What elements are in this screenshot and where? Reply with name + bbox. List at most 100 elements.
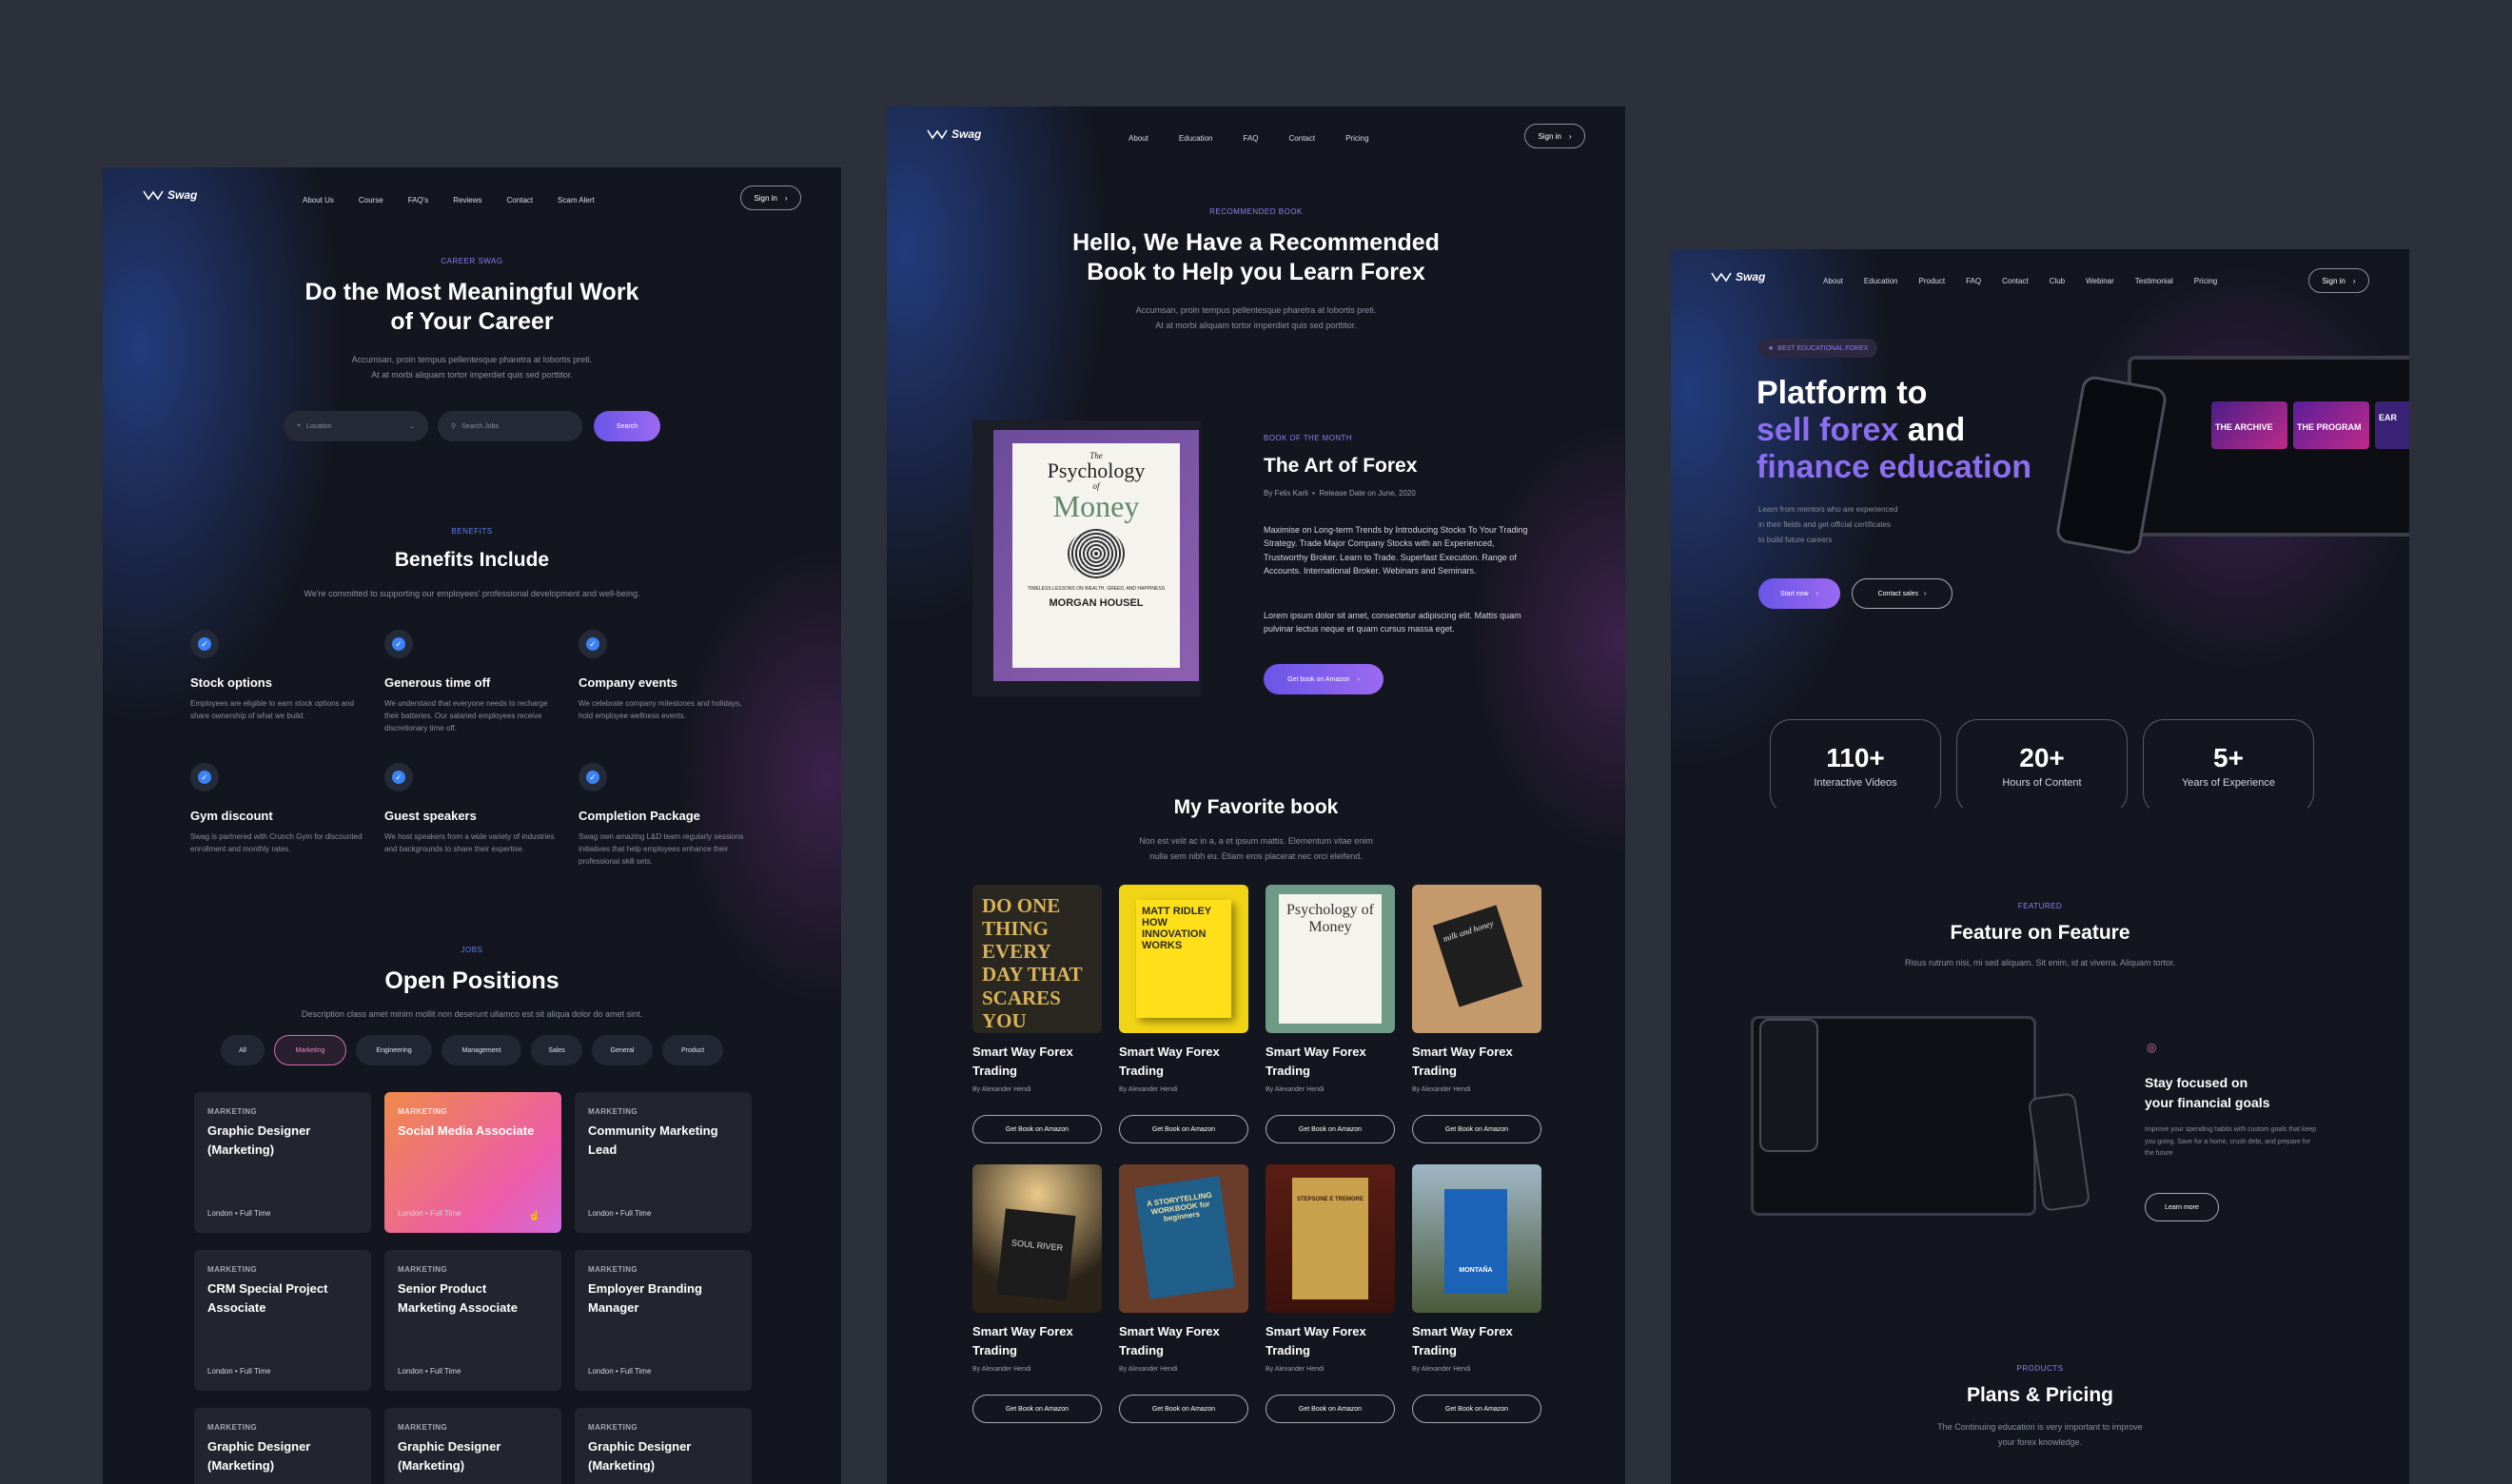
search-jobs-placeholder: Search Jobs	[461, 422, 500, 430]
nav-product[interactable]: Product	[1919, 277, 1946, 285]
book-cover-tile[interactable]: milk and honey	[1412, 885, 1541, 1033]
search-button[interactable]: Search	[594, 411, 660, 441]
job-title: Graphic Designer (Marketing)	[207, 1439, 311, 1474]
chevron-right-icon: ›	[1815, 590, 1818, 597]
nav-contact[interactable]: Contact	[2002, 277, 2029, 285]
cover-text: milk and honey	[1432, 905, 1523, 1007]
filter-engineering[interactable]: Engineering	[356, 1035, 432, 1065]
job-card[interactable]: MARKETING Graphic Designer (Marketing)	[575, 1408, 752, 1484]
stat-card: 5+ Years of Experience	[2143, 719, 2314, 814]
chevron-right-icon: ›	[1568, 131, 1572, 141]
book-cover-tile[interactable]: Psychology of Money	[1266, 885, 1395, 1033]
get-book-button[interactable]: Get Book on Amazon	[972, 1115, 1102, 1143]
hero-title: Platform to sell forex and finance educa…	[1756, 375, 2031, 486]
nav-faq[interactable]: FAQ	[1244, 134, 1259, 143]
location-pin-icon: ⌖	[297, 422, 301, 429]
cover-text: STEPSONE E TREMORE	[1292, 1178, 1368, 1299]
job-card-highlighted[interactable]: MARKETING Social Media Associate London …	[384, 1092, 561, 1233]
feature-card-title-1: Stay focused on	[2145, 1075, 2248, 1090]
start-now-label: Start now	[1780, 590, 1809, 597]
nav-faq[interactable]: FAQ	[1966, 277, 1981, 285]
job-category: MARKETING	[398, 1107, 448, 1116]
job-location: London	[207, 1367, 233, 1376]
nav-reviews[interactable]: Reviews	[453, 196, 481, 205]
get-book-button[interactable]: Get Book on Amazon	[1266, 1395, 1395, 1423]
nav-pricing[interactable]: Pricing	[2194, 277, 2217, 285]
sign-in-button[interactable]: Sign in ›	[2308, 268, 2369, 293]
featured-title: Feature on Feature	[1950, 922, 2130, 944]
get-book-amazon-button[interactable]: Get book on Amazon ›	[1264, 664, 1384, 694]
cover-text: Psychology of Money	[1279, 894, 1382, 1024]
location-select[interactable]: ⌖ Location ⌄	[284, 411, 428, 441]
feature-phone-mockup-2	[2027, 1092, 2091, 1212]
stat-number: 110+	[1826, 743, 1885, 772]
hero-title: Hello, We Have a Recommended Book to Hel…	[887, 228, 1625, 288]
nav-testimonial[interactable]: Testimonial	[2135, 277, 2173, 285]
nav-pricing[interactable]: Pricing	[1345, 134, 1368, 143]
hero-eyebrow: RECOMMENDED BOOK	[1209, 207, 1303, 216]
nav-about[interactable]: About	[1128, 134, 1148, 143]
jobs-eyebrow: JOBS	[461, 946, 483, 954]
mock-archive-card: THE ARCHIVE	[2211, 401, 2287, 449]
job-card[interactable]: MARKETING Employer Branding Manager Lond…	[575, 1250, 752, 1391]
nav-about-us[interactable]: About Us	[303, 196, 334, 205]
book-cover-tile[interactable]: STEPSONE E TREMORE	[1266, 1164, 1395, 1313]
sign-in-button[interactable]: Sign in ›	[1524, 124, 1585, 148]
get-book-button[interactable]: Get Book on Amazon	[1119, 1395, 1248, 1423]
crown-icon	[143, 190, 164, 201]
get-book-button[interactable]: Get Book on Amazon	[1119, 1115, 1248, 1143]
filter-sales[interactable]: Sales	[531, 1035, 582, 1065]
job-category: MARKETING	[207, 1265, 258, 1274]
benefit-desc: We host speakers from a wide variety of …	[384, 832, 555, 853]
job-card[interactable]: MARKETING Graphic Designer (Marketing)	[194, 1408, 371, 1484]
book-cover-tile[interactable]: DO ONE THING EVERY DAY THAT SCARES YOU	[972, 885, 1102, 1033]
brand-logo[interactable]: Swag	[1711, 270, 1765, 283]
book-cover-tile[interactable]: SOUL RIVER	[972, 1164, 1102, 1313]
job-category: MARKETING	[398, 1423, 448, 1432]
pricing-desc-line-2: your forex knowledge.	[1997, 1437, 2083, 1448]
contact-sales-button[interactable]: Contact sales ›	[1852, 578, 1953, 609]
job-card[interactable]: MARKETING Graphic Designer (Marketing) L…	[194, 1092, 371, 1233]
hero-desc-line-1: Accumsan, proin tempus pellentesque phar…	[351, 355, 593, 364]
nav-contact[interactable]: Contact	[506, 196, 533, 205]
book-author: By Alexander Hendi	[1412, 1366, 1471, 1373]
filter-general[interactable]: General	[592, 1035, 653, 1065]
brand-logo[interactable]: Swag	[927, 127, 981, 141]
job-card[interactable]: MARKETING Graphic Designer (Marketing)	[384, 1408, 561, 1484]
filter-product[interactable]: Product	[662, 1035, 723, 1065]
nav-education[interactable]: Education	[1179, 134, 1213, 143]
hero-desc-line-1: Learn from mentors who are experienced	[1758, 505, 1898, 514]
nav-faqs[interactable]: FAQ's	[408, 196, 429, 205]
book-cover-tile[interactable]: MATT RIDLEY HOW INNOVATION WORKS	[1119, 885, 1248, 1033]
get-book-button[interactable]: Get Book on Amazon	[972, 1395, 1102, 1423]
book-cover-tile[interactable]: MONTAÑA	[1412, 1164, 1541, 1313]
job-card[interactable]: MARKETING Community Marketing Lead Londo…	[575, 1092, 752, 1233]
hero-title-sell: sell forex	[1756, 412, 1899, 449]
brand-logo[interactable]: Swag	[143, 188, 197, 202]
nav-education[interactable]: Education	[1864, 277, 1898, 285]
filter-all[interactable]: All	[221, 1035, 265, 1065]
job-card[interactable]: MARKETING CRM Special Project Associate …	[194, 1250, 371, 1391]
nav-club[interactable]: Club	[2050, 277, 2065, 285]
job-card[interactable]: MARKETING Senior Product Marketing Assoc…	[384, 1250, 561, 1391]
nav-webinar[interactable]: Webinar	[2086, 277, 2114, 285]
get-book-button[interactable]: Get Book on Amazon	[1266, 1115, 1395, 1143]
job-type: Full Time	[619, 1209, 652, 1218]
get-book-button[interactable]: Get Book on Amazon	[1412, 1395, 1541, 1423]
filter-marketing[interactable]: Marketing	[274, 1035, 346, 1065]
book-cover: The Psychology of Money TIMELESS LESSONS…	[1012, 443, 1180, 668]
book-cover-tile[interactable]: A STORYTELLING WORKBOOK for beginners	[1119, 1164, 1248, 1313]
start-now-button[interactable]: Start now ›	[1758, 578, 1840, 609]
sign-in-button[interactable]: Sign in ›	[740, 186, 801, 210]
filter-management[interactable]: Management	[442, 1035, 521, 1065]
learn-more-button[interactable]: Learn more	[2145, 1193, 2219, 1221]
get-book-button[interactable]: Get Book on Amazon	[1412, 1115, 1541, 1143]
nav-contact[interactable]: Contact	[1289, 134, 1316, 143]
job-type: Full Time	[429, 1209, 461, 1218]
jobs-title: Open Positions	[384, 967, 559, 994]
search-jobs-input[interactable]: ⚲ Search Jobs	[438, 411, 582, 441]
nav-about[interactable]: About	[1823, 277, 1843, 285]
brand-name: Swag	[952, 127, 982, 141]
nav-scam-alert[interactable]: Scam Alert	[558, 196, 595, 205]
nav-course[interactable]: Course	[359, 196, 383, 205]
